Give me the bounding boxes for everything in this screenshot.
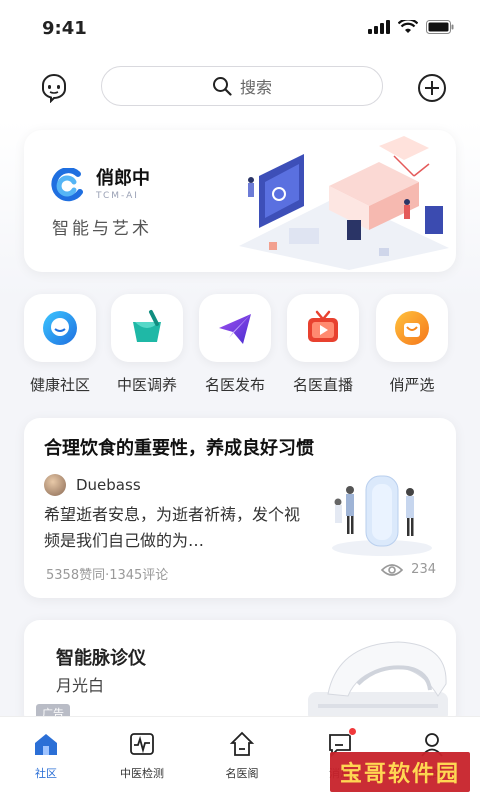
status-time: 9:41 [42, 18, 87, 39]
post-author[interactable]: Duebass [44, 474, 141, 496]
status-bar: 9:41 [0, 0, 480, 56]
quick-action-label: 名医直播 [292, 376, 353, 394]
pulse-chart-icon [130, 733, 154, 755]
post-title[interactable]: 合理饮食的重要性，养成良好习惯 [44, 434, 314, 460]
mortar-bowl-icon [133, 310, 161, 342]
quick-action-label: 俏严选 [389, 376, 435, 394]
view-count-value: 234 [411, 562, 436, 577]
quick-action-label: 名医发布 [204, 376, 265, 394]
tab-community[interactable]: 社区 [6, 729, 86, 781]
tab-label: 中医检测 [120, 767, 164, 780]
home-icon [35, 734, 57, 755]
tab-label: 名医阁 [225, 767, 259, 780]
tab-label: 社区 [35, 767, 57, 780]
view-count: 234 [381, 562, 436, 577]
paper-plane-icon [219, 314, 251, 344]
search-bar[interactable]: 搜索 [101, 66, 383, 106]
tv-icon [308, 310, 338, 342]
shopping-bag-icon [395, 311, 429, 345]
post-stats: 5358赞同·1345评论 [46, 568, 169, 583]
robot-chat-icon [42, 74, 66, 103]
ad-subtitle: 月光白 [56, 676, 105, 695]
banner-slogan: 智能与艺术 [52, 219, 152, 239]
quick-actions: 健康社区 中医调养 名医发布 名医直播 俏严选 [24, 294, 456, 394]
watermark-logo: 宝哥软件园 [330, 752, 470, 792]
ad-title: 智能脉诊仪 [56, 648, 146, 669]
tab-famous-doctors[interactable]: 名医阁 [202, 729, 282, 781]
brand-logo-icon [51, 168, 83, 202]
ad-card[interactable]: 智能脉诊仪 月光白 广告 [24, 620, 456, 730]
brand-subtitle: TCM-AI [96, 190, 139, 201]
quick-tile [24, 294, 96, 362]
quick-tile [111, 294, 183, 362]
post-excerpt: 希望逝者安息，为逝者祈祷，发个视频是我们自己做的为… [44, 505, 301, 550]
quick-tile [199, 294, 271, 362]
quick-tile [287, 294, 359, 362]
post-thumbnail[interactable] [320, 468, 438, 558]
pavilion-icon [229, 731, 255, 756]
pulse-device-image [308, 641, 448, 722]
top-bar: 搜索 [0, 56, 480, 120]
search-icon [212, 77, 232, 96]
signal-icon [368, 20, 390, 34]
author-name: Duebass [76, 476, 141, 494]
notification-dot [348, 727, 357, 736]
plus-circle-icon [418, 74, 446, 102]
wifi-icon [398, 20, 418, 33]
chat-bubble-icon [43, 311, 77, 345]
quick-action-doctor-live[interactable]: 名医直播 [283, 294, 363, 395]
quick-action-doctor-publish[interactable]: 名医发布 [195, 294, 275, 395]
isometric-illustration [239, 136, 449, 270]
brand-name: 俏郎中 [96, 167, 150, 189]
feed-post-card[interactable]: 合理饮食的重要性，养成良好习惯 Duebass 希望逝者安息，为逝者祈祷，发个视… [24, 418, 456, 598]
status-icons [368, 20, 454, 34]
quick-tile [376, 294, 448, 362]
quick-action-tcm-care[interactable]: 中医调养 [107, 294, 187, 395]
assistant-button[interactable] [34, 68, 74, 108]
battery-icon [426, 20, 454, 34]
add-button[interactable] [412, 68, 452, 108]
tab-tcm-detect[interactable]: 中医检测 [102, 729, 182, 781]
quick-action-label: 中医调养 [116, 376, 177, 394]
quick-action-health-community[interactable]: 健康社区 [20, 294, 100, 395]
quick-action-qiao-select[interactable]: 俏严选 [372, 294, 452, 395]
hero-banner[interactable]: 俏郎中 TCM-AI 智能与艺术 [24, 130, 456, 272]
brand-logo: 俏郎中 TCM-AI [48, 168, 150, 202]
search-placeholder: 搜索 [239, 78, 272, 97]
eye-icon [381, 563, 404, 576]
avatar [44, 474, 66, 496]
quick-action-label: 健康社区 [29, 376, 90, 394]
